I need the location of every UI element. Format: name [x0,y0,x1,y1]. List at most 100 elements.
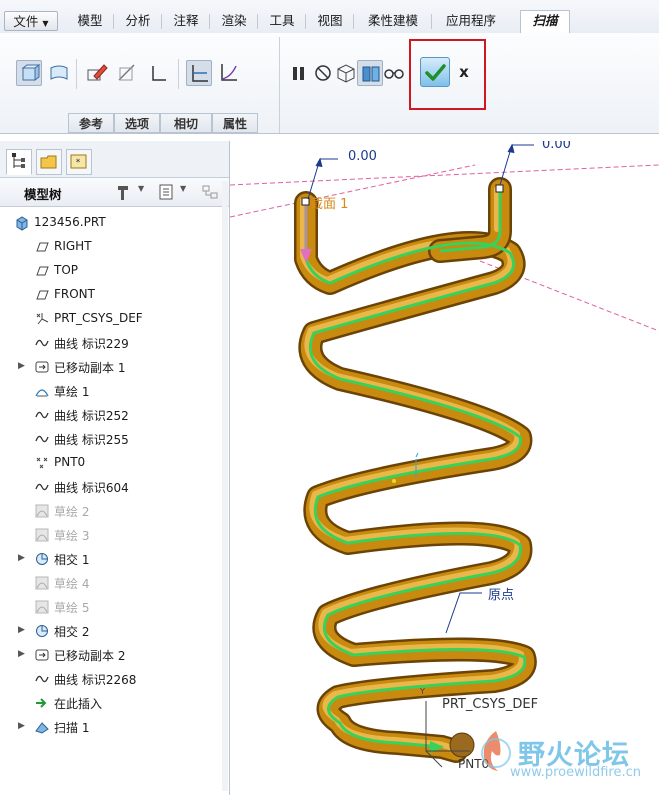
tree-item[interactable]: 草绘 3 [0,523,228,547]
tree-item[interactable]: 曲线 标识2268 [0,667,228,691]
tree-item[interactable]: 在此插入 [0,691,228,715]
variable-section-button[interactable] [216,60,242,86]
tree-item[interactable]: ▶ 相交 1 [0,547,228,571]
sketch-hidden-icon [35,600,49,614]
navigator-tabs: * [0,141,229,178]
surface-button[interactable] [46,60,72,86]
datum-plane-edge [230,164,476,218]
tree-item[interactable]: 草绘 1 [0,379,228,403]
favorites-icon: * [70,154,87,169]
start-point-handle[interactable] [301,197,310,206]
tab-annotate[interactable]: 注释 [166,11,206,31]
group-tangency[interactable]: 相切 [160,113,212,133]
sweep-icon [35,722,49,734]
mesh-preview-button[interactable] [333,60,359,86]
chevron-down-icon[interactable]: ▼ [180,184,186,193]
group-options[interactable]: 选项 [114,113,160,133]
curve-icon [35,675,49,683]
sketch-edit-button[interactable] [84,60,110,86]
pause-button[interactable] [286,60,312,86]
dimension-value-right[interactable]: 0.00 [542,141,571,152]
tree-item[interactable]: 曲线 标识255 [0,427,228,451]
sweep-body[interactable] [294,177,537,763]
tree-item-label: 已移动副本 1 [54,361,126,375]
tree-item-label: 曲线 标识604 [54,481,129,495]
tree-item-root[interactable]: 123456.PRT [0,211,228,235]
tab-flexible-modeling[interactable]: 柔性建模 [358,11,428,31]
tab-model-tree[interactable] [6,149,32,175]
tree-item-label: 曲线 标识2268 [54,673,137,687]
section-label[interactable]: 截面 1 [310,193,348,212]
csys-label[interactable]: PRT_CSYS_DEF [442,697,538,712]
arrow-icon [507,143,515,154]
expand-arrow-icon[interactable]: ▶ [18,553,26,563]
file-menu[interactable]: 文件 ▼ [4,11,58,31]
tab-tools[interactable]: 工具 [262,11,302,31]
tree-item[interactable]: ▶ 扫描 1 [0,715,228,739]
geometry-preview-button[interactable] [357,60,383,86]
datum-point-marker [392,479,396,483]
tree-item[interactable]: PNT0 [0,451,228,475]
expand-arrow-icon[interactable]: ▶ [18,721,26,731]
tree-item[interactable]: 曲线 标识252 [0,403,228,427]
insert-here-icon [36,698,47,708]
tree-item[interactable]: 曲线 标识229 [0,331,228,355]
chevron-down-icon[interactable]: ▼ [138,184,144,193]
moved-copy-icon [35,361,49,373]
curve-icon [35,483,49,491]
tree-item[interactable]: 草绘 2 [0,499,228,523]
sketch-hidden-icon [35,504,49,518]
solid-button[interactable] [16,60,42,86]
constant-section-button[interactable] [186,60,212,86]
tree-item[interactable]: FRONT [0,283,228,307]
tree-item[interactable]: RIGHT [0,235,228,259]
tab-render[interactable]: 渲染 [214,11,254,31]
pause-icon [293,67,304,80]
graphics-viewport[interactable]: Y 0.00 0.00 截面 1 原点 PRT_CSYS_DEF PNT0 野火… [230,141,659,795]
expand-arrow-icon[interactable]: ▶ [18,361,26,371]
tree-item-label: 扫描 1 [54,721,90,735]
tree-item-label: FRONT [54,287,95,301]
thicken-button[interactable] [146,60,172,86]
solid-icon [21,64,41,81]
tree-item[interactable]: 草绘 4 [0,571,228,595]
expand-arrow-icon[interactable]: ▶ [18,625,26,635]
tree-item-label: 曲线 标识255 [54,433,129,447]
tree-item[interactable]: PRT_CSYS_DEF [0,307,228,331]
navigator-panel: * 模型树 ▼ ▼ 123456.PRT RIGHT TOP FRONT PRT_CS… [0,141,230,795]
tree-item-label: 曲线 标识252 [54,409,129,423]
tab-view[interactable]: 视图 [310,11,350,31]
glasses-icon [384,69,404,79]
tree-filter-icon[interactable] [200,182,220,202]
tree-item-label: 相交 1 [54,553,90,567]
group-properties[interactable]: 属性 [212,113,258,133]
tab-analysis[interactable]: 分析 [118,11,158,31]
settings-tools-icon[interactable] [114,182,134,202]
verify-mode-button[interactable] [381,60,407,86]
expand-arrow-icon[interactable]: ▶ [18,649,26,659]
tree-item[interactable]: ▶ 相交 2 [0,619,228,643]
tree-item[interactable]: ▶ 已移动副本 1 [0,355,228,379]
tree-item[interactable]: 草绘 5 [0,595,228,619]
tree-item[interactable]: TOP [0,259,228,283]
tab-applications[interactable]: 应用程序 [436,11,506,31]
tab-favorites[interactable]: * [66,149,92,175]
csys-icon [36,313,49,325]
show-list-icon[interactable] [156,182,176,202]
tab-model[interactable]: 模型 [70,11,110,31]
group-references[interactable]: 参考 [68,113,114,133]
end-point-handle[interactable] [495,184,504,193]
curve-icon [35,435,49,443]
chevron-down-icon: ▼ [42,19,49,28]
tree-item[interactable]: ▶ 已移动副本 2 [0,643,228,667]
tree-item[interactable]: 曲线 标识604 [0,475,228,499]
ok-button[interactable] [420,57,450,87]
cancel-button[interactable]: x [455,60,473,84]
datum-plane-icon [36,266,49,276]
remove-material-button[interactable] [114,60,140,86]
dimension-value-left[interactable]: 0.00 [348,149,377,164]
origin-label[interactable]: 原点 [488,584,514,603]
tab-folder-browser[interactable] [36,149,62,175]
part-icon [16,216,28,231]
tab-sweep[interactable]: 扫描 [520,10,570,34]
